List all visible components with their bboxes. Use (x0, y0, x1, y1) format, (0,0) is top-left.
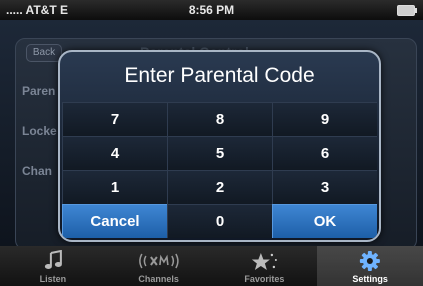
back-button[interactable]: Back (26, 44, 62, 62)
key-6[interactable]: 6 (272, 136, 377, 170)
key-2[interactable]: 2 (167, 170, 272, 204)
parental-code-dialog: Enter Parental Code 7 8 9 4 5 6 1 2 3 Ca… (58, 50, 381, 242)
gear-icon (360, 251, 381, 271)
status-bar: ..... AT&T E 8:56 PM (0, 0, 423, 20)
tab-label: Settings (352, 274, 388, 284)
key-7[interactable]: 7 (62, 102, 167, 136)
ok-button[interactable]: OK (272, 204, 377, 238)
settings-row-locked[interactable]: Locke (22, 124, 57, 138)
tab-favorites[interactable]: Favorites (212, 246, 318, 286)
tab-listen[interactable]: Listen (0, 246, 106, 286)
tab-label: Listen (39, 274, 67, 284)
favorite-star-icon (251, 253, 277, 270)
settings-row-parental[interactable]: Paren (22, 84, 55, 98)
keypad: 7 8 9 4 5 6 1 2 3 Cancel 0 OK (62, 102, 377, 238)
battery-icon (397, 5, 417, 16)
xm-logo-icon (138, 253, 179, 269)
key-8[interactable]: 8 (167, 102, 272, 136)
key-9[interactable]: 9 (272, 102, 377, 136)
tab-channels[interactable]: Channels (106, 246, 212, 286)
key-5[interactable]: 5 (167, 136, 272, 170)
cancel-button[interactable]: Cancel (62, 204, 167, 238)
tab-label: Channels (138, 274, 179, 284)
key-0[interactable]: 0 (167, 204, 272, 238)
settings-row-change[interactable]: Chan (22, 164, 52, 178)
clock: 8:56 PM (188, 3, 235, 17)
key-1[interactable]: 1 (62, 170, 167, 204)
key-4[interactable]: 4 (62, 136, 167, 170)
music-note-icon (44, 250, 62, 269)
dialog-title: Enter Parental Code (124, 64, 315, 87)
key-3[interactable]: 3 (272, 170, 377, 204)
tab-bar: Listen Channels Favorites Settings (0, 246, 423, 286)
tab-label: Favorites (244, 274, 285, 284)
tab-settings[interactable]: Settings (317, 246, 423, 286)
